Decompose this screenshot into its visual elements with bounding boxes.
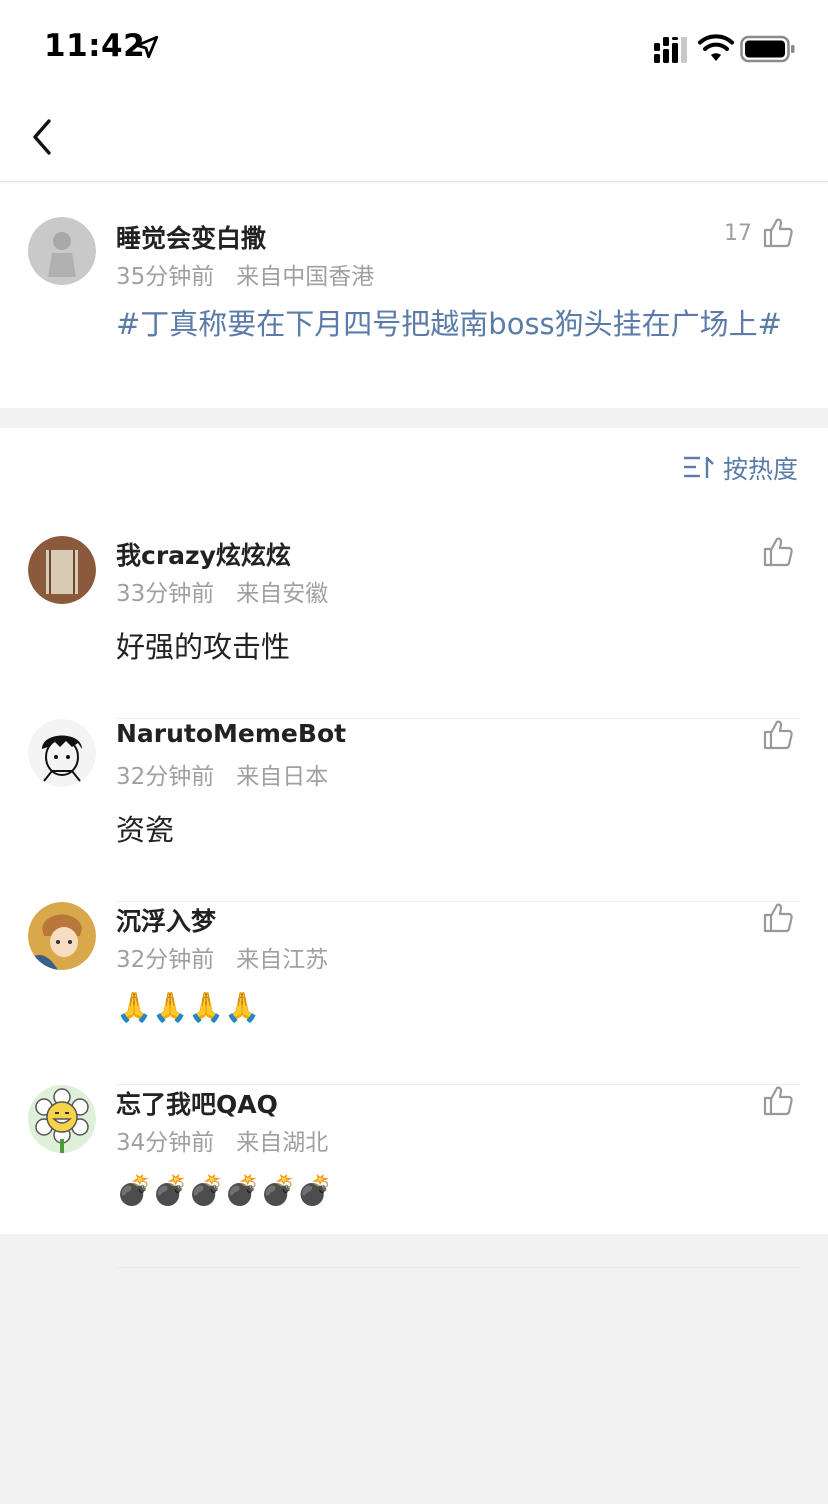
comment-username[interactable]: NarutoMemeBot (116, 719, 346, 748)
comment-avatar[interactable] (28, 536, 96, 604)
comment-text: 好强的攻击性 (116, 630, 291, 664)
comment-item: 我crazy炫炫炫 33分钟前 来自安徽 好强的攻击性 (0, 536, 828, 719)
comment-meta: 32分钟前 来自日本 (116, 757, 328, 791)
wifi-icon (698, 34, 734, 61)
post-like-count: 17 (724, 221, 752, 246)
comment-location: 来自安徽 (236, 581, 329, 607)
comment-time: 32分钟前 (116, 764, 215, 790)
status-time: 11:42 (44, 28, 146, 64)
comment-avatar[interactable] (28, 1085, 96, 1153)
comment-location: 来自湖北 (236, 1130, 329, 1156)
post-username[interactable]: 睡觉会变白撒 (116, 219, 266, 255)
thumbs-up-icon[interactable] (762, 719, 794, 751)
post-meta: 35分钟前 来自中国香港 (116, 257, 374, 291)
battery-icon (740, 35, 795, 63)
comment-item: NarutoMemeBot 32分钟前 来自日本 资瓷 (0, 719, 828, 902)
comment-username[interactable]: 我crazy炫炫炫 (116, 536, 291, 572)
divider (116, 1267, 800, 1268)
post-location: 来自中国香港 (236, 264, 375, 290)
comments-panel: 按热度 我crazy炫炫炫 33分钟前 来自安徽 好强的攻击性 NarutoMe… (0, 428, 828, 1268)
post-avatar[interactable] (28, 217, 96, 285)
post-time: 35分钟前 (116, 264, 215, 290)
sort-by-hot-button[interactable]: 按热度 (683, 450, 798, 486)
cellular-signal-icon (654, 37, 687, 63)
main-post: 睡觉会变白撒 35分钟前 来自中国香港 17 #丁真称要在下月四号把越南boss狗… (0, 183, 828, 408)
sort-label: 按热度 (722, 455, 798, 484)
status-bar: 11:42 (0, 0, 828, 90)
comment-username[interactable]: 沉浮入梦 (116, 902, 216, 938)
post-hashtag-text[interactable]: #丁真称要在下月四号把越南boss狗头挂在广场上# (116, 303, 806, 345)
comment-time: 34分钟前 (116, 1130, 215, 1156)
comment-item: 忘了我吧QAQ 34分钟前 来自湖北 💣💣💣💣💣💣 (0, 1085, 828, 1268)
nav-bar (0, 90, 828, 182)
comment-location: 来自日本 (236, 764, 329, 790)
comment-meta: 32分钟前 来自江苏 (116, 940, 328, 974)
comment-text: 资瓷 (116, 813, 175, 847)
comment-item: 沉浮入梦 32分钟前 来自江苏 🙏🙏🙏🙏 (0, 902, 828, 1085)
thumbs-up-icon[interactable] (762, 1085, 794, 1117)
comment-text: 💣💣💣💣💣💣 (116, 1173, 333, 1207)
comment-meta: 33分钟前 来自安徽 (116, 574, 328, 608)
chevron-left-icon (33, 119, 51, 155)
comment-location: 来自江苏 (236, 947, 329, 973)
comment-time: 32分钟前 (116, 947, 215, 973)
comment-text: 🙏🙏🙏🙏 (116, 990, 261, 1024)
thumbs-up-icon[interactable] (762, 902, 794, 934)
location-arrow-icon (135, 35, 159, 59)
thumbs-up-icon[interactable] (762, 536, 794, 568)
comment-meta: 34分钟前 来自湖北 (116, 1123, 328, 1157)
thumbs-up-icon[interactable] (762, 217, 794, 249)
back-button[interactable] (20, 112, 64, 162)
screen: 11:42 睡觉会变白撒 35分钟前 来自中国香港 17 #丁真称要在下月四号把… (0, 0, 828, 1504)
sort-icon (683, 456, 714, 478)
comment-username[interactable]: 忘了我吧QAQ (116, 1085, 278, 1121)
comment-avatar[interactable] (28, 719, 96, 787)
comment-avatar[interactable] (28, 902, 96, 970)
comment-time: 33分钟前 (116, 581, 215, 607)
